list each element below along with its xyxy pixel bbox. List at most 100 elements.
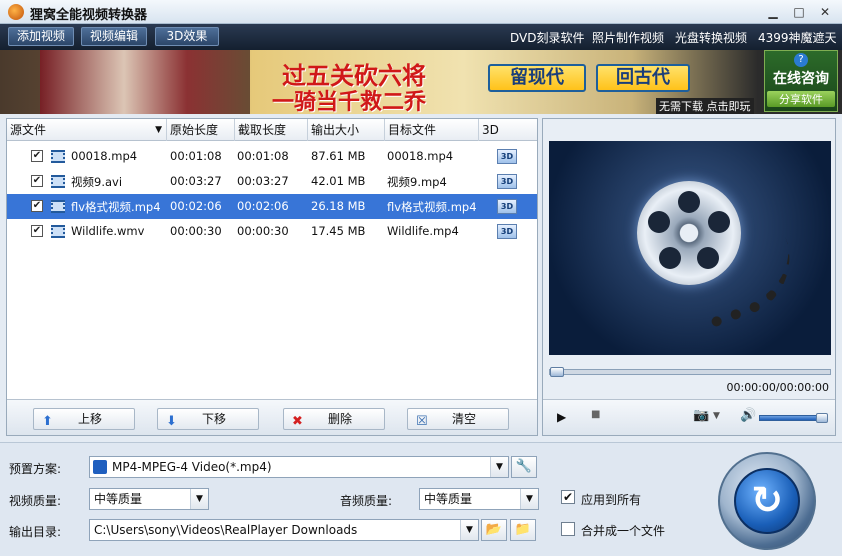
consult-label: 在线咨询 [773,71,829,87]
table-row[interactable]: ✔ 00018.mp4 00:01:08 00:01:08 87.61 MB 0… [7,144,537,169]
video-preview [549,141,831,355]
seek-bar[interactable] [549,367,831,377]
video-file-icon [51,150,65,163]
col-original-length[interactable]: 原始长度 [167,119,235,141]
video-file-icon [51,175,65,188]
chevron-down-icon[interactable]: ▼ [520,489,538,509]
preview-panel: 00:00:00/00:00:00 ▶ ■ 📷 ▼ 🔊 [542,118,836,436]
camera-icon[interactable]: 📷 [693,408,709,423]
mp4-format-icon [93,460,107,474]
row-checkbox[interactable]: ✔ [31,225,43,237]
target-file: 00018.mp4 [387,149,454,163]
target-file: 视频9.mp4 [387,175,447,189]
preset-select[interactable]: MP4-MPEG-4 Video(*.mp4) ▼ [89,456,509,478]
chevron-down-icon[interactable]: ▼ [490,457,508,477]
video-file-icon [51,225,65,238]
video-file-icon [51,200,65,213]
app-logo-icon [8,4,24,20]
stop-icon[interactable]: ■ [591,409,600,420]
video-quality-value: 中等质量 [94,492,143,506]
preset-label: 预置方案: [9,462,62,476]
row-checkbox[interactable]: ✔ [31,150,43,162]
3d-icon[interactable]: 3D [497,174,517,189]
move-up-button[interactable]: ⬆ 上移 [33,408,135,430]
ad-banner[interactable]: 过五关砍六将 一骑当千救二乔 留现代 回古代 无需下载 点击即玩 [0,50,842,114]
3d-icon[interactable]: 3D [497,149,517,164]
file-list-panel: 源文件 ▼ 原始长度 截取长度 输出大小 目标文件 3D ✔ 00018.mp4 … [6,118,538,436]
banner-ancient-button[interactable]: 回古代 [596,64,690,92]
apply-all-checkbox[interactable]: ✔ [561,490,575,504]
col-cut-length[interactable]: 截取长度 [235,119,308,141]
delete-label: 删除 [328,412,353,426]
apply-all-label: 应用到所有 [581,493,642,507]
dvd-burn-link[interactable]: DVD刻录软件 [510,29,584,46]
delete-button[interactable]: ✖ 删除 [283,408,385,430]
convert-button[interactable]: ↻ [718,452,816,550]
cut-length: 00:01:08 [237,149,289,163]
output-dir-input[interactable]: C:\Users\sony\Videos\RealPlayer Download… [89,519,479,541]
3d-icon[interactable]: 3D [497,224,517,239]
video-quality-select[interactable]: 中等质量 ▼ [89,488,209,510]
3d-icon[interactable]: 3D [497,199,517,214]
arrow-up-icon: ⬆ [42,414,53,429]
help-icon: ? [794,53,808,67]
output-dir-value: C:\Users\sony\Videos\RealPlayer Download… [94,523,358,537]
table-row-selected[interactable]: ✔ flv格式视频.mp4 00:02:06 00:02:06 26.18 MB… [7,194,537,219]
merge-checkbox[interactable] [561,522,575,536]
3d-effect-button[interactable]: 3D效果 [155,27,219,46]
original-length: 00:02:06 [170,199,222,213]
game-link[interactable]: 4399神魔遮天 [758,29,837,46]
clear-label: 清空 [452,412,477,426]
maximize-button[interactable]: □ [788,3,810,21]
col-output-size[interactable]: 输出大小 [308,119,385,141]
player-controls: ▶ ■ 📷 ▼ 🔊 [543,399,835,435]
output-size: 17.45 MB [311,224,366,238]
target-file: Wildlife.mp4 [387,224,459,238]
banner-image [40,50,250,114]
source-file: 00018.mp4 [71,149,138,163]
volume-handle[interactable] [816,413,828,423]
row-checkbox[interactable]: ✔ [31,200,43,212]
move-up-label: 上移 [78,412,103,426]
volume-slider[interactable] [759,413,828,423]
col-target-file[interactable]: 目标文件 [385,119,479,141]
browse-folder-button[interactable]: 📂 [481,519,507,541]
banner-modern-button[interactable]: 留现代 [488,64,586,92]
chevron-down-icon[interactable]: ▼ [460,520,478,540]
open-folder-button[interactable]: 📁 [510,519,536,541]
close-button[interactable]: ✕ [814,3,836,21]
chevron-down-icon[interactable]: ▼ [190,489,208,509]
toolbar: 添加视频 视频编辑 3D效果 DVD刻录软件 照片制作视频 光盘转换视频 439… [0,24,842,50]
col-3d[interactable]: 3D [479,119,537,141]
play-icon[interactable]: ▶ [557,410,566,424]
clear-button[interactable]: ☒ 清空 [407,408,509,430]
move-down-button[interactable]: ⬇ 下移 [157,408,259,430]
table-row[interactable]: ✔ 视频9.avi 00:03:27 00:03:27 42.01 MB 视频9… [7,169,537,194]
playback-time: 00:00:00/00:00:00 [726,381,829,394]
col-source[interactable]: 源文件 ▼ [7,119,167,141]
list-actions: ⬆ 上移 ⬇ 下移 ✖ 删除 ☒ 清空 [7,399,537,435]
seek-handle[interactable] [550,367,564,377]
film-reel-icon [637,181,741,285]
disc-convert-link[interactable]: 光盘转换视频 [675,29,747,46]
online-consult[interactable]: ? 在线咨询 分享软件 [764,50,838,112]
table-row[interactable]: ✔ Wildlife.wmv 00:00:30 00:00:30 17.45 M… [7,219,537,244]
row-checkbox[interactable]: ✔ [31,175,43,187]
add-video-button[interactable]: 添加视频 [8,27,74,46]
original-length: 00:03:27 [170,174,222,188]
chevron-down-icon[interactable]: ▼ [713,411,720,421]
photo-video-link[interactable]: 照片制作视频 [592,29,664,46]
output-size: 26.18 MB [311,199,366,213]
minimize-button[interactable]: ▁ [762,3,784,21]
share-software-button[interactable]: 分享软件 [767,91,835,107]
target-file: flv格式视频.mp4 [387,200,477,214]
audio-quality-value: 中等质量 [424,492,473,506]
volume-icon[interactable]: 🔊 [740,408,756,423]
edit-video-button[interactable]: 视频编辑 [81,27,147,46]
sort-arrow-icon: ▼ [155,125,162,135]
audio-quality-select[interactable]: 中等质量 ▼ [419,488,539,510]
preset-settings-button[interactable]: 🔧 [511,456,537,478]
output-size: 87.61 MB [311,149,366,163]
preset-value: MP4-MPEG-4 Video(*.mp4) [112,460,272,474]
video-quality-label: 视频质量: [9,494,62,508]
